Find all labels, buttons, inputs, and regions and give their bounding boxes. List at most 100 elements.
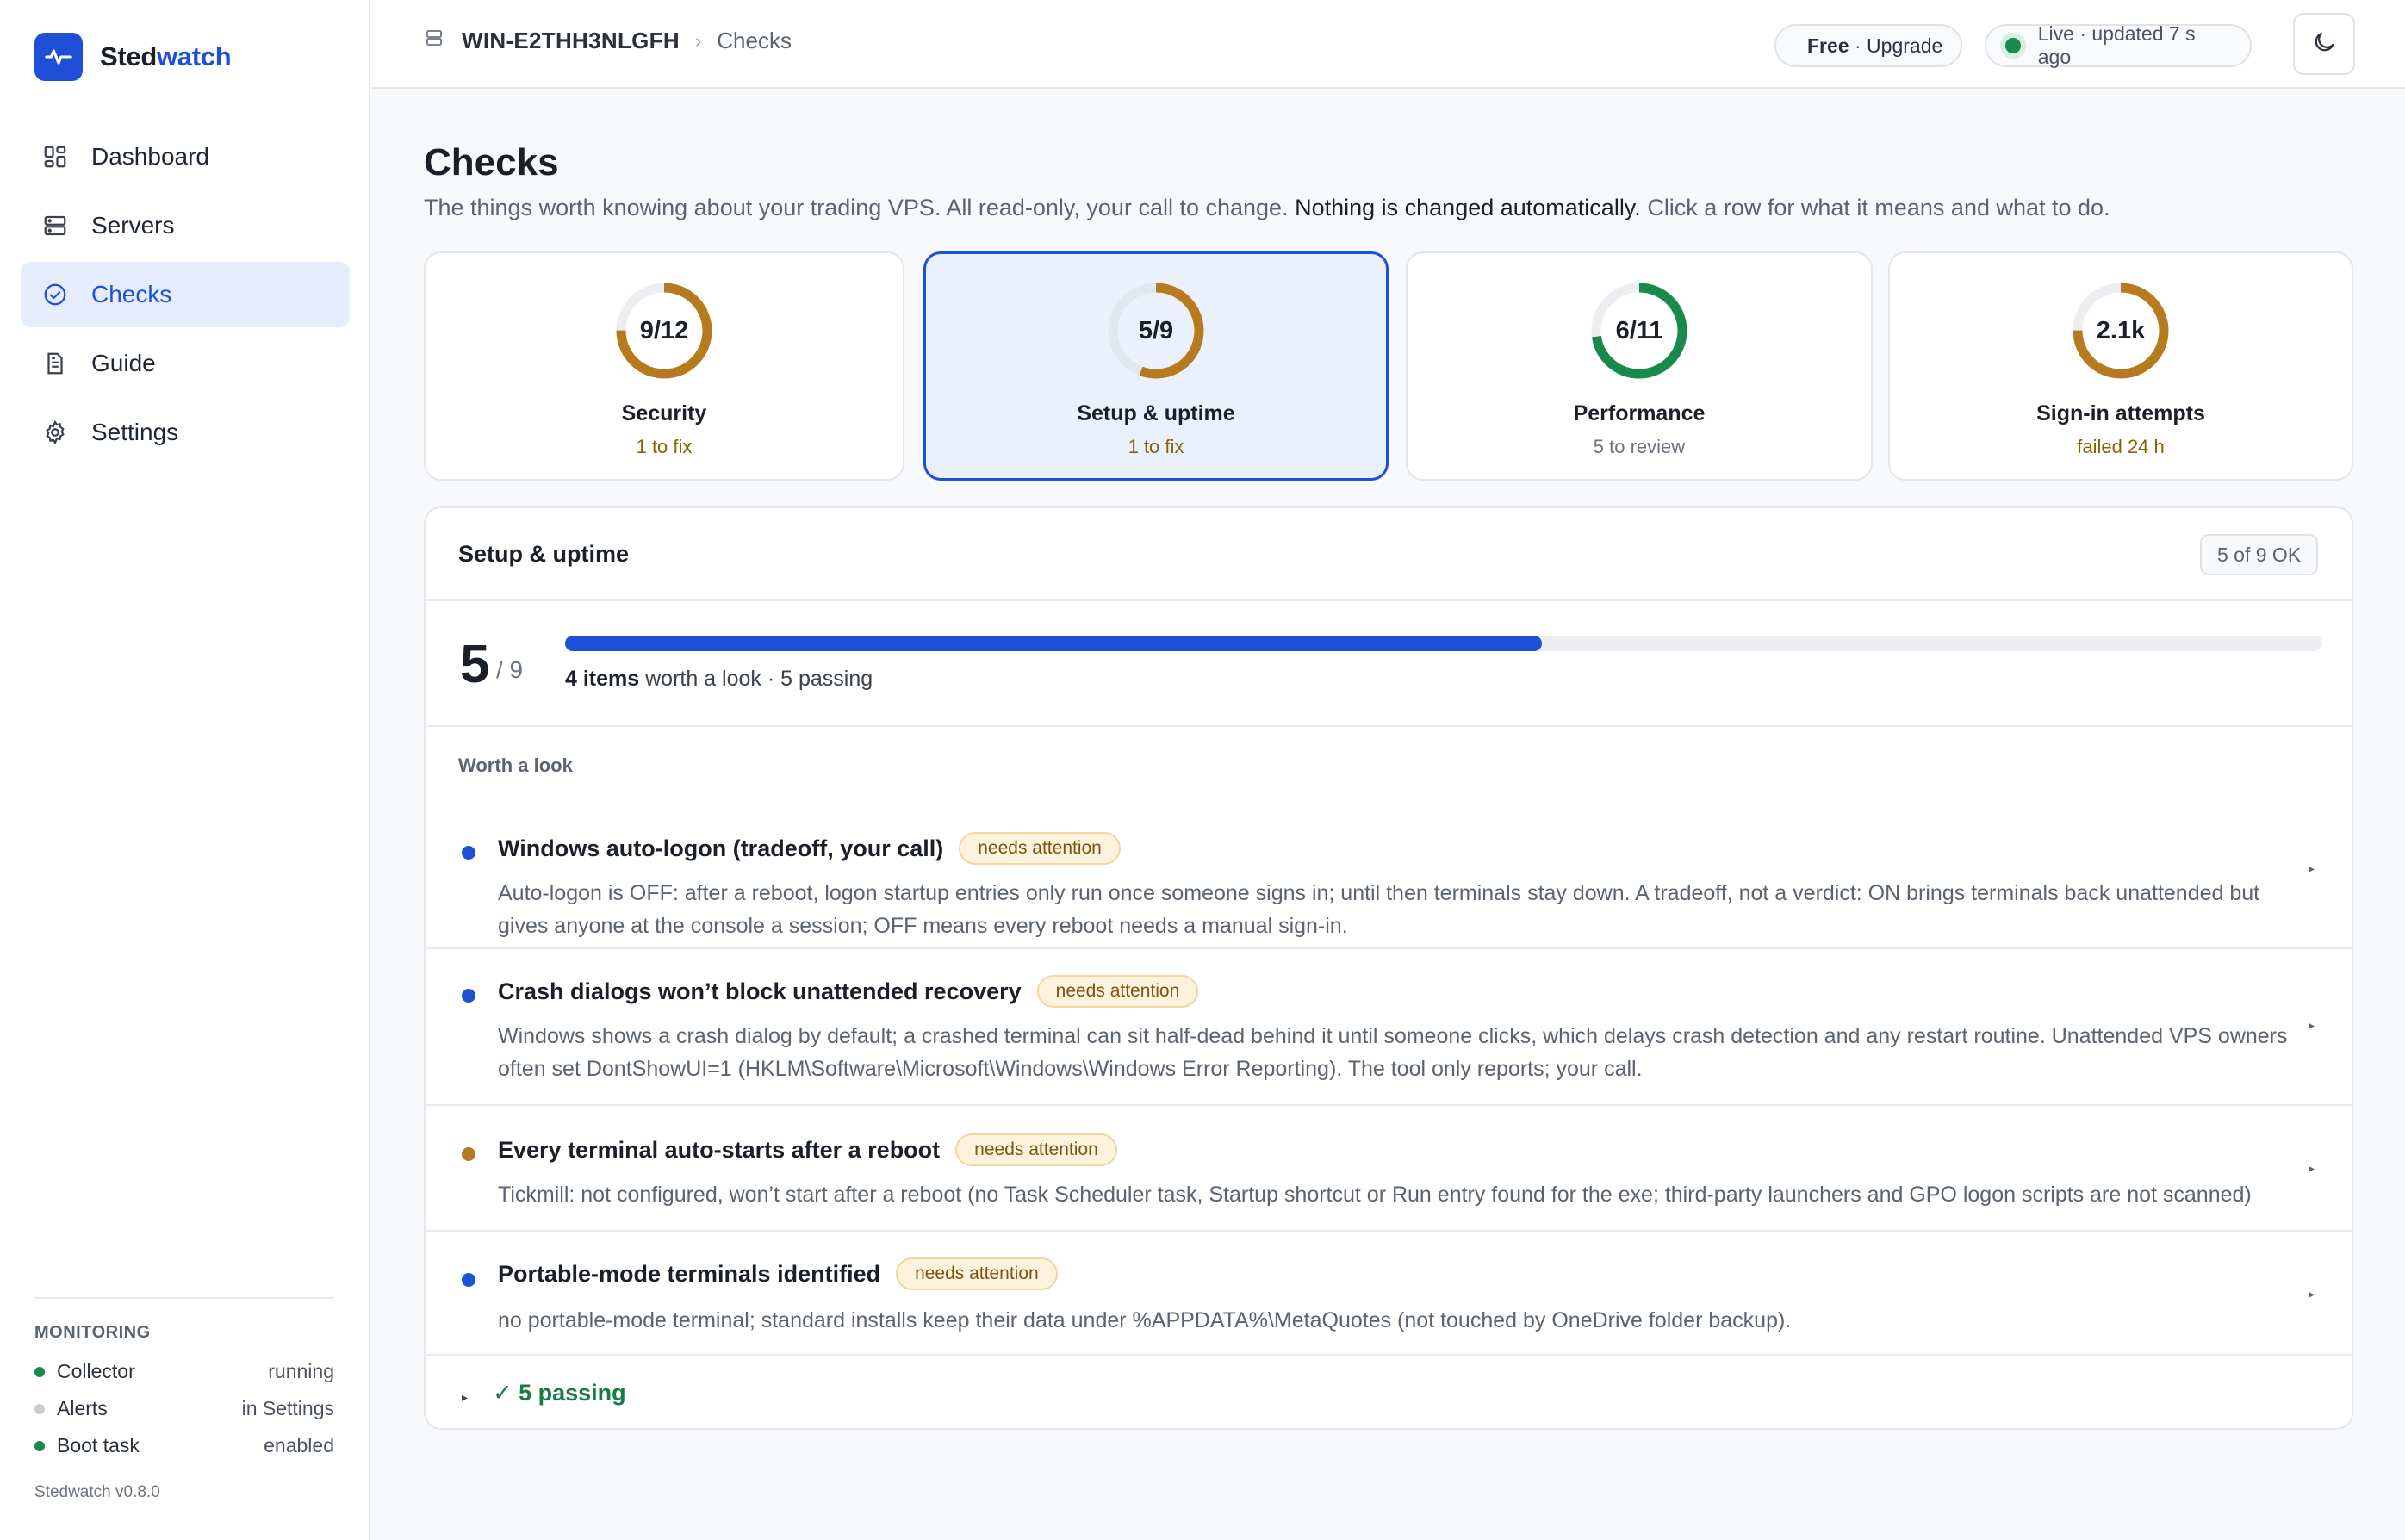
expand-arrow-icon[interactable]: ▸ [2309,1287,2315,1301]
check-description: no portable-mode terminal; standard inst… [498,1308,1792,1332]
servers-icon [41,212,69,239]
live-dot [2005,38,2021,53]
top-bar: WIN-E2THH3NLGFH › Checks Free · Upgrade … [372,0,2405,89]
theme-toggle-button[interactable] [2293,13,2355,75]
progress-bar [565,636,2322,651]
status-dot [34,1366,45,1377]
monitoring-label: Boot task [57,1434,140,1456]
monitoring-value: enabled [264,1434,334,1456]
sidebar-item-label: Dashboard [91,143,209,170]
plan-sep: · [1849,34,1867,57]
ok-count-badge: 5 of 9 OK [2200,534,2319,575]
passing-toggle[interactable]: ▸ ✓ 5 passing [426,1354,2352,1428]
needs-attention-tag: needs attention [896,1257,1058,1290]
monitoring-label: Alerts [57,1397,108,1419]
card-sub: 5 to review [1593,436,1686,457]
plan-badge[interactable]: Free · Upgrade [1774,24,1962,67]
sidebar: Stedwatch Dashboard Servers Checks Guide… [0,0,370,1540]
check-title: Every terminal auto-starts after a reboo… [498,1133,1117,1166]
brand-name: Stedwatch [100,41,232,71]
guide-icon [41,350,69,377]
card-sub: failed 24 h [2077,436,2165,457]
card-security[interactable]: 9/12 Security 1 to fix [424,251,904,481]
status-dot [462,1273,475,1287]
checks-panel: Setup & uptime 5 of 9 OK 5 / 9 4 items w… [424,506,2353,1430]
score-denominator: / 9 [496,656,524,683]
dashboard-icon [41,143,69,171]
sidebar-item-dashboard[interactable]: Dashboard [21,124,350,189]
card-value: 5/9 [1138,317,1174,345]
sidebar-item-settings[interactable]: Settings [21,400,350,465]
sidebar-item-label: Checks [91,281,172,307]
sidebar-item-checks[interactable]: Checks [21,262,350,327]
checks-icon [41,281,69,308]
passing-count: ✓ 5 passing [493,1380,626,1406]
expand-arrow-icon[interactable]: ▸ [2309,861,2315,876]
status-dot [462,1147,475,1161]
monitoring-value: running [268,1360,334,1382]
card-sign-in-attempts[interactable]: 2.1k Sign-in attempts failed 24 h [1888,251,2353,481]
brand[interactable]: Stedwatch [34,33,232,81]
monitoring-title: MONITORING [34,1323,151,1342]
live-status: Live · updated 7 s ago [1985,22,2252,68]
pulse-logo-icon [34,33,83,81]
panel-title: Setup & uptime [458,541,630,567]
server-icon [424,28,444,54]
live-text: Live · updated 7 s ago [2037,22,2196,68]
card-performance[interactable]: 6/11 Performance 5 to review [1406,251,1873,481]
check-title: Portable-mode terminals identified needs … [498,1257,1058,1290]
page-title: Checks [424,141,559,183]
monitoring-value: in Settings [241,1397,334,1419]
check-row[interactable]: Windows auto-logon (tradeoff, your call)… [426,792,2352,949]
card-label: Performance [1573,401,1706,425]
sidebar-item-label: Servers [91,212,175,239]
check-description: Tickmill: not configured, won’t start af… [498,1183,2252,1207]
check-description: Windows shows a crash dialog by default;… [498,1024,2288,1081]
status-dot [34,1440,45,1451]
status-dot [34,1403,45,1414]
gear-icon [41,419,69,446]
sidebar-item-label: Settings [91,419,179,445]
check-row[interactable]: Portable-mode terminals identified needs … [426,1232,2352,1354]
monitoring-row-alerts[interactable]: Alerts in Settings [34,1390,334,1427]
monitoring-row-boot-task: Boot task enabled [34,1427,334,1464]
card-label: Security [621,401,707,425]
card-sub: 1 to fix [636,436,693,457]
card-setup-uptime[interactable]: 5/9 Setup & uptime 1 to fix [923,251,1389,481]
sidebar-item-label: Guide [91,350,156,376]
card-value: 2.1k [2096,317,2146,345]
breadcrumb-current: Checks [717,28,792,53]
score-summary: 5 / 9 4 items worth a look · 5 passing [426,601,2352,727]
check-title: Windows auto-logon (tradeoff, your call)… [498,832,1121,865]
needs-attention-tag: needs attention [955,1133,1117,1166]
app-version: Stedwatch v0.8.0 [34,1483,160,1501]
card-value: 9/12 [639,317,689,345]
plan-name: Free [1807,34,1849,57]
expand-arrow-icon: ▸ [462,1390,469,1404]
needs-attention-tag: needs attention [1036,975,1199,1008]
score-summary-text: 4 items worth a look · 5 passing [565,667,873,691]
monitoring-label: Collector [57,1360,135,1382]
upgrade-link[interactable]: Upgrade [1867,34,1942,58]
breadcrumb-separator: › [694,29,702,52]
expand-arrow-icon[interactable]: ▸ [2309,1018,2315,1033]
card-sub: 1 to fix [1128,436,1184,457]
card-label: Sign-in attempts [2036,401,2205,425]
page-subtitle: The things worth knowing about your trad… [424,195,2110,220]
sidebar-item-servers[interactable]: Servers [21,193,350,258]
card-value: 6/11 [1615,317,1663,345]
monitoring-section: MONITORING Collector running Alerts in S… [34,1297,334,1464]
check-title: Crash dialogs won’t block unattended rec… [498,975,1199,1008]
status-dot [462,846,475,860]
check-row[interactable]: Crash dialogs won’t block unattended rec… [426,949,2352,1106]
sidebar-item-guide[interactable]: Guide [21,331,350,396]
section-label: Worth a look [458,754,573,776]
breadcrumb: WIN-E2THH3NLGFH › Checks [424,28,792,54]
score-value: 5 [460,635,490,694]
check-row[interactable]: Every terminal auto-starts after a reboo… [426,1106,2352,1232]
breadcrumb-server[interactable]: WIN-E2THH3NLGFH [462,28,680,54]
expand-arrow-icon[interactable]: ▸ [2309,1161,2315,1176]
progress-fill [565,636,1543,651]
needs-attention-tag: needs attention [959,832,1121,865]
monitoring-row-collector: Collector running [34,1353,334,1390]
